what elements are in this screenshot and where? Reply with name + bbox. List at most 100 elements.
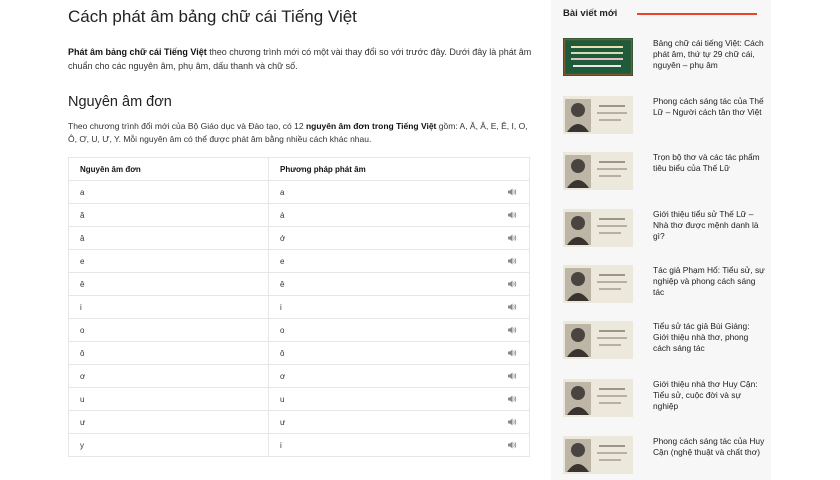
alphabet-board-thumbnail[interactable] — [563, 38, 633, 76]
vowel-cell: ư — [68, 410, 269, 434]
table-row: ơơ — [68, 364, 530, 388]
sidebar-post[interactable]: Trọn bộ thơ và các tác phẩm tiêu biểu củ… — [563, 152, 763, 192]
speaker-icon[interactable] — [507, 233, 517, 243]
sidebar-post[interactable]: Giới thiệu nhà thơ Huy Cận: Tiểu sử, cuộ… — [563, 379, 763, 419]
table-body: aaăáâớeeêêiiooôôơơuuưưyi — [68, 180, 530, 457]
sidebar-post[interactable]: Phong cách sáng tác của Thế Lữ – Người c… — [563, 96, 765, 136]
pronunciation-text: i — [280, 440, 282, 450]
sidebar-post[interactable]: Bảng chữ cái tiếng Việt: Cách phát âm, t… — [563, 38, 765, 78]
portrait-thumbnail[interactable] — [563, 209, 633, 247]
speaker-icon[interactable] — [507, 417, 517, 427]
column-header-vowel: Nguyên âm đơn — [68, 157, 269, 181]
vowel-cell: y — [68, 433, 269, 457]
speaker-icon[interactable] — [507, 394, 517, 404]
table-row: âớ — [68, 226, 530, 250]
portrait-thumbnail[interactable] — [563, 321, 633, 359]
table-row: aa — [68, 180, 530, 204]
table-row: ôô — [68, 341, 530, 365]
vowel-cell: o — [68, 318, 269, 342]
table-row: ee — [68, 249, 530, 273]
sidebar-post-title[interactable]: Tác giả Phạm Hổ: Tiểu sử, sự nghiệp và p… — [653, 265, 765, 298]
intro-paragraph: Phát âm bảng chữ cái Tiếng Việt theo chư… — [68, 45, 533, 73]
speaker-icon[interactable] — [507, 325, 517, 335]
table-row: ii — [68, 295, 530, 319]
sidebar-post[interactable]: Phong cách sáng tác của Huy Cận (nghệ th… — [563, 436, 765, 476]
pronunciation-text: ư — [280, 417, 286, 427]
pronunciation-text: u — [280, 394, 285, 404]
vowel-cell: ê — [68, 272, 269, 296]
pronunciation-cell: a — [268, 180, 530, 204]
sidebar-post-title[interactable]: Giới thiệu nhà thơ Huy Cận: Tiểu sử, cuộ… — [653, 379, 765, 412]
sidebar-title: Bài viết mới — [563, 8, 618, 19]
vowel-cell: e — [68, 249, 269, 273]
sidebar: Bài viết mới Bảng chữ cái tiếng Việt: Cá… — [551, 0, 771, 480]
pronunciation-text: ê — [280, 279, 285, 289]
pronunciation-cell: ê — [268, 272, 530, 296]
sidebar-post-title[interactable]: Bảng chữ cái tiếng Việt: Cách phát âm, t… — [653, 38, 765, 71]
pronunciation-text: a — [280, 187, 285, 197]
sidebar-post-title[interactable]: Tiểu sử tác giả Bùi Giáng: Giới thiệu nh… — [653, 321, 765, 354]
table-row: yi — [68, 433, 530, 457]
pronunciation-text: o — [280, 325, 285, 335]
vowel-cell: ă — [68, 203, 269, 227]
sidebar-post-title[interactable]: Giới thiệu tiểu sử Thế Lữ – Nhà thơ được… — [653, 209, 765, 242]
portrait-thumbnail[interactable] — [563, 96, 633, 134]
pronunciation-cell: o — [268, 318, 530, 342]
speaker-icon[interactable] — [507, 371, 517, 381]
pronunciation-cell: ô — [268, 341, 530, 365]
article: Cách phát âm bảng chữ cái Tiếng Việt Phá… — [68, 6, 533, 457]
table-row: oo — [68, 318, 530, 342]
pronunciation-text: i — [280, 302, 282, 312]
pronunciation-text: á — [280, 210, 285, 220]
page-title: Cách phát âm bảng chữ cái Tiếng Việt — [68, 7, 357, 26]
speaker-icon[interactable] — [507, 302, 517, 312]
sidebar-post[interactable]: Tiểu sử tác giả Bùi Giáng: Giới thiệu nh… — [563, 321, 763, 361]
table-row: êê — [68, 272, 530, 296]
table-row: uu — [68, 387, 530, 411]
speaker-icon[interactable] — [507, 440, 517, 450]
column-header-pronunciation: Phương pháp phát âm — [268, 157, 530, 181]
portrait-thumbnail[interactable] — [563, 436, 633, 474]
pronunciation-text: ơ — [280, 371, 286, 381]
speaker-icon[interactable] — [507, 256, 517, 266]
speaker-icon[interactable] — [507, 348, 517, 358]
pronunciation-cell: u — [268, 387, 530, 411]
vowel-cell: ơ — [68, 364, 269, 388]
pronunciation-cell: ơ — [268, 364, 530, 388]
sidebar-post-title[interactable]: Trọn bộ thơ và các tác phẩm tiêu biểu củ… — [653, 152, 765, 174]
sidebar-post-title[interactable]: Phong cách sáng tác của Huy Cận (nghệ th… — [653, 436, 765, 458]
portrait-thumbnail[interactable] — [563, 152, 633, 190]
vowel-cell: u — [68, 387, 269, 411]
intro-bold: Phát âm bảng chữ cái Tiếng Việt — [68, 47, 207, 57]
pronunciation-cell: e — [268, 249, 530, 273]
sidebar-title-underline — [637, 13, 757, 15]
section-paragraph: Theo chương trình đổi mới của Bộ Giáo dụ… — [68, 120, 533, 146]
pronunciation-cell: i — [268, 295, 530, 319]
table-row: ăá — [68, 203, 530, 227]
speaker-icon[interactable] — [507, 210, 517, 220]
section-title: Nguyên âm đơn — [68, 94, 172, 110]
vowel-table: Nguyên âm đơn Phương pháp phát âm aaăáâớ… — [68, 157, 530, 457]
pronunciation-cell: á — [268, 203, 530, 227]
sidebar-post-title[interactable]: Phong cách sáng tác của Thế Lữ – Người c… — [653, 96, 765, 118]
portrait-thumbnail[interactable] — [563, 379, 633, 417]
pronunciation-cell: ư — [268, 410, 530, 434]
vowel-cell: i — [68, 295, 269, 319]
sidebar-header: Bài viết mới — [551, 0, 771, 25]
vowel-cell: a — [68, 180, 269, 204]
sidebar-post[interactable]: Giới thiệu tiểu sử Thế Lữ – Nhà thơ được… — [563, 209, 763, 249]
table-row: ưư — [68, 410, 530, 434]
pronunciation-text: ớ — [280, 233, 286, 243]
pronunciation-cell: i — [268, 433, 530, 457]
pronunciation-text: e — [280, 256, 285, 266]
speaker-icon[interactable] — [507, 187, 517, 197]
pronunciation-cell: ớ — [268, 226, 530, 250]
section-text-pre: Theo chương trình đổi mới của Bộ Giáo dụ… — [68, 121, 306, 131]
speaker-icon[interactable] — [507, 279, 517, 289]
pronunciation-text: ô — [280, 348, 285, 358]
vowel-cell: â — [68, 226, 269, 250]
vowel-cell: ô — [68, 341, 269, 365]
sidebar-post[interactable]: Tác giả Phạm Hổ: Tiểu sử, sự nghiệp và p… — [563, 265, 765, 305]
portrait-thumbnail[interactable] — [563, 265, 633, 303]
section-text-bold: nguyên âm đơn trong Tiếng Việt — [305, 121, 437, 131]
